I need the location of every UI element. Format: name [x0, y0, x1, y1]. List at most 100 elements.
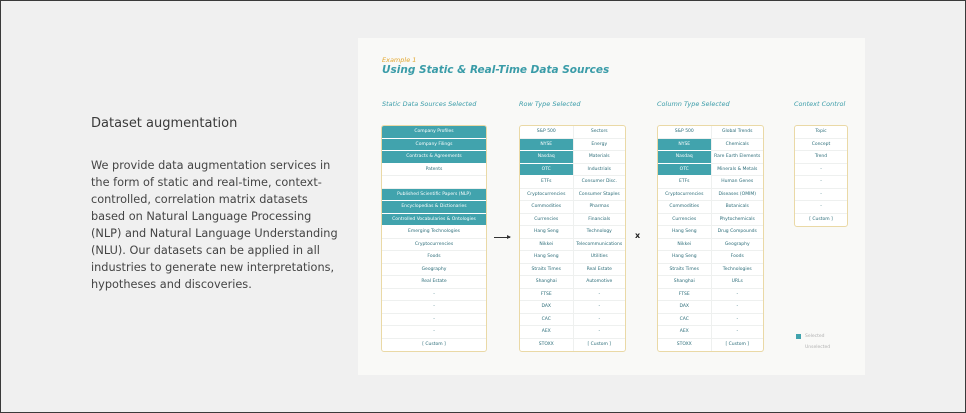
- list-item[interactable]: Hang Seng: [658, 251, 711, 264]
- list-item[interactable]: Real Estate: [573, 264, 625, 276]
- list-item[interactable]: Drug Compounds: [711, 226, 763, 239]
- list-item[interactable]: Commodities: [658, 201, 711, 214]
- list-item[interactable]: Currencies: [520, 214, 573, 226]
- list-item[interactable]: STOXX: [658, 339, 711, 352]
- list-item[interactable]: S&P 500: [520, 126, 573, 139]
- list-item[interactable]: Consumer Disc.: [573, 176, 625, 189]
- list-item[interactable]: -: [573, 289, 625, 301]
- row-type-sectors: Sectors Energy Materials Industrials Consume…: [572, 126, 626, 352]
- list-item[interactable]: STOXX: [520, 339, 573, 352]
- list-item[interactable]: Automotive: [573, 276, 625, 289]
- list-item[interactable]: Controlled Vocabularies & Ontologies: [382, 213, 486, 226]
- list-item[interactable]: Diseases (OMIM): [711, 189, 763, 201]
- list-item[interactable]: Real Estate: [382, 276, 486, 289]
- list-item[interactable]: Hang Seng: [520, 226, 573, 239]
- list-item[interactable]: Company Profiles: [382, 126, 486, 139]
- list-item[interactable]: -: [573, 301, 625, 314]
- list-item[interactable]: AEX: [658, 326, 711, 339]
- list-item[interactable]: Phytochemicals: [711, 214, 763, 226]
- list-item[interactable]: Materials: [573, 151, 625, 164]
- list-item[interactable]: Sectors: [573, 126, 625, 139]
- list-item[interactable]: -: [795, 164, 847, 176]
- list-item[interactable]: Currencies: [658, 214, 711, 226]
- list-item[interactable]: Rare Earth Elements: [711, 151, 763, 164]
- list-item[interactable]: -: [795, 189, 847, 201]
- list-item[interactable]: Chemicals: [711, 139, 763, 151]
- list-item[interactable]: Utilities: [573, 251, 625, 264]
- list-item[interactable]: DAX: [658, 301, 711, 314]
- list-item[interactable]: Concept: [795, 139, 847, 151]
- list-item[interactable]: Company Filings: [382, 138, 486, 151]
- list-item[interactable]: Straits Times: [520, 264, 573, 276]
- list-item[interactable]: Shanghai: [658, 276, 711, 289]
- list-item[interactable]: -: [711, 326, 763, 339]
- list-item[interactable]: Industrials: [573, 164, 625, 176]
- list-item[interactable]: [ Custom ]: [574, 339, 626, 352]
- list-item[interactable]: [ Custom ]: [382, 339, 486, 352]
- list-item[interactable]: -: [795, 176, 847, 189]
- list-item[interactable]: Published Scientific Papers (NLP): [382, 188, 486, 201]
- list-item[interactable]: Telecommunications: [573, 239, 625, 251]
- list-item[interactable]: URLs: [711, 276, 763, 289]
- list-item[interactable]: Geography: [382, 264, 486, 276]
- list-item[interactable]: Nikkei: [658, 239, 711, 251]
- list-item[interactable]: Pharmas: [573, 201, 625, 214]
- list-item[interactable]: OTC: [520, 163, 573, 176]
- list-item[interactable]: [ Custom ]: [712, 339, 764, 352]
- list-item[interactable]: -: [573, 326, 625, 339]
- list-item[interactable]: Nasdaq: [658, 151, 711, 164]
- list-item[interactable]: Technologies: [711, 264, 763, 276]
- list-item[interactable]: Energy: [573, 139, 625, 151]
- list-item[interactable]: -: [382, 314, 486, 326]
- list-item[interactable]: Cryptocurrencies: [382, 239, 486, 251]
- list-item[interactable]: NYSE: [520, 138, 573, 151]
- list-item[interactable]: CAC: [658, 314, 711, 326]
- list-item[interactable]: -: [711, 301, 763, 314]
- list-item[interactable]: AEX: [520, 326, 573, 339]
- list-item[interactable]: Geography: [711, 239, 763, 251]
- list-item[interactable]: S&P 500: [658, 126, 711, 139]
- list-item[interactable]: Hang Seng: [658, 226, 711, 239]
- list-item[interactable]: Foods: [711, 251, 763, 264]
- list-item[interactable]: Encyclopedias & Dictionaries: [382, 201, 486, 214]
- list-item[interactable]: Global Trends: [711, 126, 763, 139]
- list-item[interactable]: Cryptocurrencies: [658, 189, 711, 201]
- list-item[interactable]: Contracts & Agreements: [382, 151, 486, 164]
- list-item[interactable]: Minerals & Metals: [711, 164, 763, 176]
- list-item[interactable]: NYSE: [658, 138, 711, 151]
- list-item[interactable]: Nikkei: [520, 239, 573, 251]
- list-item[interactable]: DAX: [520, 301, 573, 314]
- list-item[interactable]: Financials: [573, 214, 625, 226]
- list-item[interactable]: Nasdaq: [520, 151, 573, 164]
- list-item[interactable]: -: [711, 289, 763, 301]
- list-item[interactable]: FTSE: [520, 289, 573, 301]
- list-item[interactable]: -: [382, 301, 486, 314]
- list-item[interactable]: Shanghai: [520, 276, 573, 289]
- list-item[interactable]: [382, 176, 486, 189]
- list-item[interactable]: Hang Seng: [520, 251, 573, 264]
- list-item[interactable]: -: [382, 289, 486, 301]
- list-item[interactable]: Trend: [795, 151, 847, 164]
- list-item[interactable]: -: [711, 314, 763, 326]
- list-item[interactable]: Straits Times: [658, 264, 711, 276]
- list-item[interactable]: Topic: [795, 126, 847, 139]
- list-item[interactable]: -: [382, 326, 486, 339]
- list-item[interactable]: FTSE: [658, 289, 711, 301]
- list-item[interactable]: -: [795, 201, 847, 214]
- list-item[interactable]: Botanicals: [711, 201, 763, 214]
- list-item[interactable]: -: [573, 314, 625, 326]
- list-item[interactable]: Emerging Technologies: [382, 226, 486, 239]
- list-item[interactable]: [ Custom ]: [795, 214, 847, 227]
- list-item[interactable]: Consumer Staples: [573, 189, 625, 201]
- list-item[interactable]: Cryptocurrencies: [520, 189, 573, 201]
- list-item[interactable]: ETFs: [658, 176, 711, 189]
- list-item[interactable]: Patents: [382, 164, 486, 176]
- list-item[interactable]: Technology: [573, 226, 625, 239]
- list-item[interactable]: Commodities: [520, 201, 573, 214]
- list-item[interactable]: Foods: [382, 251, 486, 264]
- list-item[interactable]: Human Genes: [711, 176, 763, 189]
- legend: Selected Unselected: [796, 331, 830, 353]
- list-item[interactable]: OTC: [658, 163, 711, 176]
- list-item[interactable]: ETFs: [520, 176, 573, 189]
- list-item[interactable]: CAC: [520, 314, 573, 326]
